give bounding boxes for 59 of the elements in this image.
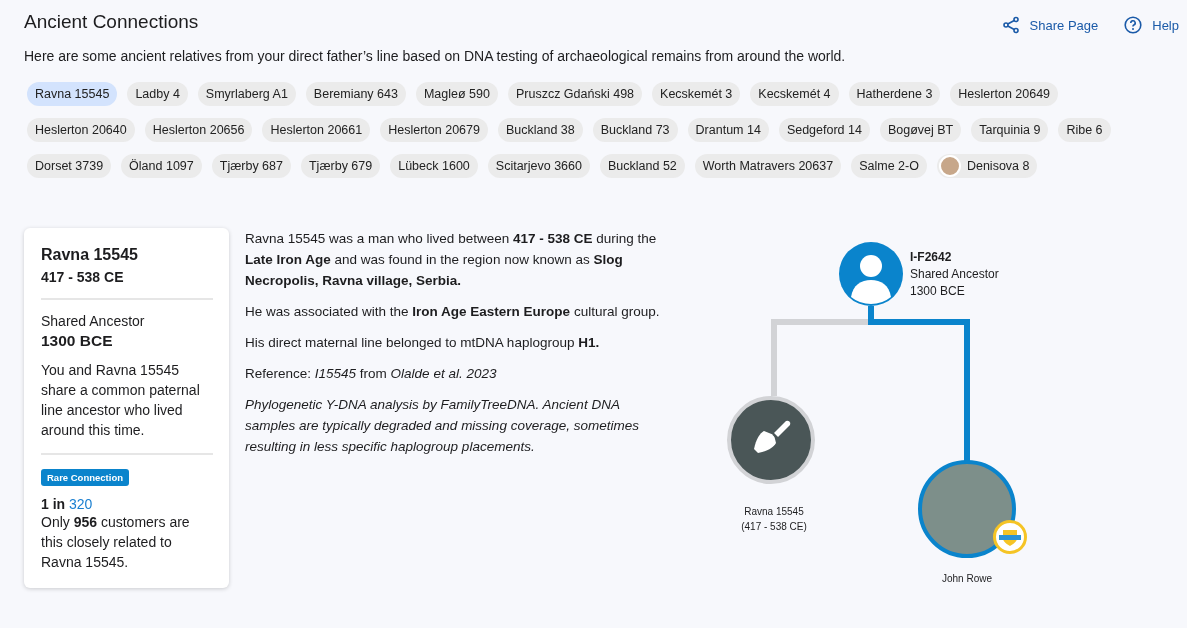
ancestor-label: Shared Ancestor [41,313,146,329]
sample-chip[interactable]: Drantum 14 [687,118,769,142]
sample-chip[interactable]: Magleø 590 [415,82,498,106]
page-title: Ancient Connections [24,10,199,33]
share-icon [1001,16,1020,34]
sample-chip[interactable]: Tarquinia 9 [971,118,1049,142]
sample-chip[interactable]: Buckland 73 [592,118,678,142]
sample-chip[interactable]: Lübeck 1600 [390,154,478,178]
user-name: John Rowe [941,573,993,584]
ancient-name: Ravna 15545 [743,505,805,519]
sample-chip[interactable]: Beremiany 643 [305,82,406,106]
detail-paragraph: Ravna 15545 was a man who lived between 417 - 538 CE during the Late Iron Age and was found in the region now known as Slog Necropolis, Ravna village, Serbia. [245,230,658,290]
sample-chip[interactable]: Kecskemét 4 [750,82,839,106]
sample-chip[interactable]: Heslerton 20679 [380,118,488,142]
intro-text: Here are some ancient relatives from your direct father’s line based on DNA testing of archaeological remains from around the world. [24,48,847,64]
sample-chip[interactable]: Buckland 52 [600,154,685,178]
sample-chip[interactable]: Bogøvej BT [879,118,962,142]
sample-chip[interactable]: Heslerton 20640 [27,118,135,142]
sample-chip[interactable]: Ravna 15545 [27,82,118,106]
sample-chip[interactable]: Heslerton 20649 [950,82,1059,106]
ancestor-date: 1300 BCE [41,332,114,350]
rarity-value: 320 [69,496,93,512]
header-link[interactable]: Share Page [1001,16,1099,34]
sample-chip[interactable]: Sedgeford 14 [778,118,870,142]
header-link[interactable]: Help [1124,16,1179,34]
sample-chip[interactable]: Tjærby 679 [301,154,381,178]
description-text: You and Ravna 15545 share a common paternal line ancestor who lived around this time. [41,361,201,440]
rarity-text: Only 956 customers are this closely related to Ravna 15545. [41,513,191,572]
ancestor-date: 1300 BCE [910,283,966,300]
help-icon [1124,16,1143,34]
detail-paragraph: Phylogenetic Y-DNA analysis by FamilyTreeDNA. Ancient DNA samples are typically degraded and missing coverage, sometimes resulting in less specific haplogroup placements. [245,396,640,456]
ancient-dates: (417 - 538 CE) [740,520,808,534]
rarity-prefix: 1 in [41,496,66,512]
sample-chip[interactable]: Smyrlaberg A1 [197,82,296,106]
sample-chip[interactable]: Worth Matravers 20637 [694,154,842,178]
sample-chip[interactable]: Scitarjevo 3660 [487,154,590,178]
sample-chip[interactable]: Öland 1097 [121,154,202,178]
detail-paragraph: He was associated with the Iron Age Eastern Europe cultural group. [245,303,661,321]
sample-chip[interactable]: Ribe 6 [1058,118,1111,142]
sample-name: Ravna 15545 [41,246,139,264]
haplogroup-label: I-F2642 [910,249,953,266]
sample-chip[interactable]: Dorset 3739 [27,154,112,178]
sample-chip[interactable]: Kecskemét 3 [652,82,741,106]
sample-chip[interactable]: Salme 2-O [851,154,927,178]
sample-chip[interactable]: Pruszcz Gdański 498 [507,82,643,106]
sample-chip[interactable]: Heslerton 20661 [262,118,371,142]
ancestor-label: Shared Ancestor [910,266,999,283]
rare-connection-badge: Rare Connection [41,469,129,486]
sample-chip[interactable]: Hatherdene 3 [848,82,941,106]
sample-chip[interactable]: Ladby 4 [127,82,188,106]
medal-icon [993,520,1027,554]
detail-paragraph: Reference: I15545 from Olalde et al. 2023 [245,365,498,383]
sample-chip[interactable]: Tjærby 687 [211,154,291,178]
sample-chip[interactable]: Denisova 8 [936,154,1038,178]
sample-chip[interactable]: Heslerton 20656 [144,118,253,142]
sample-chip[interactable]: Buckland 38 [497,118,583,142]
ancestor-avatar-icon [839,242,903,306]
sample-dates: 417 - 538 CE [41,269,125,285]
detail-paragraph: His direct maternal line belonged to mtDNA haplogroup H1. [245,334,601,352]
